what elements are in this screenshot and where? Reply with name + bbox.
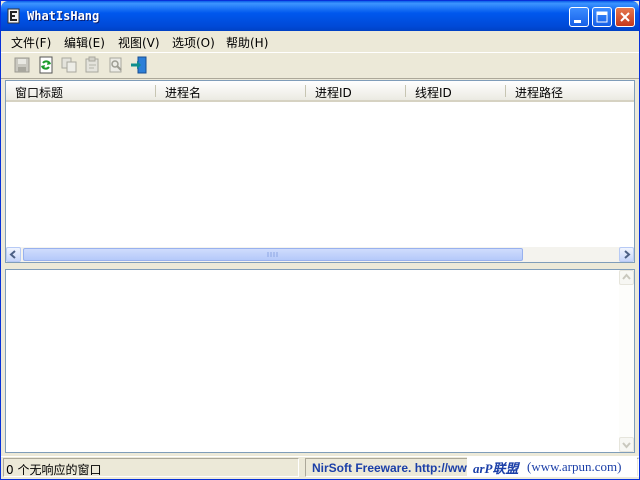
column-process-path[interactable]: 进程路径 [515, 84, 563, 101]
scroll-down-button[interactable] [619, 437, 634, 452]
menu-edit[interactable]: 编辑(E) [64, 34, 105, 51]
column-divider[interactable] [305, 85, 306, 97]
find-icon[interactable] [107, 56, 125, 74]
close-button[interactable] [615, 7, 635, 27]
title-bar[interactable]: WhatIsHang [1, 1, 639, 31]
scroll-up-button[interactable] [619, 270, 634, 285]
properties-icon[interactable] [83, 56, 101, 74]
close-icon [620, 12, 630, 22]
column-window-title[interactable]: 窗口标题 [15, 84, 63, 101]
chevron-up-icon [622, 273, 631, 280]
refresh-icon[interactable] [37, 56, 55, 74]
watermark-logo: arP联盟 [473, 461, 519, 476]
menu-bar: 文件(F) 编辑(E) 视图(V) 选项(O) 帮助(H) [1, 31, 639, 51]
vertical-scrollbar[interactable] [619, 270, 634, 452]
chevron-left-icon [9, 250, 16, 259]
copy-icon[interactable] [60, 56, 78, 74]
toolbar [1, 52, 639, 79]
save-icon[interactable] [13, 56, 31, 74]
minimize-button[interactable] [569, 7, 589, 27]
column-process-id[interactable]: 进程ID [315, 84, 352, 101]
scroll-right-button[interactable] [619, 247, 634, 262]
menu-file[interactable]: 文件(F) [11, 34, 51, 51]
horizontal-scrollbar[interactable] [6, 247, 634, 262]
column-divider[interactable] [505, 85, 506, 97]
column-thread-id[interactable]: 线程ID [415, 84, 452, 101]
horizontal-scroll-thumb[interactable] [23, 248, 523, 261]
app-icon [7, 8, 20, 24]
menu-view[interactable]: 视图(V) [118, 34, 160, 51]
chevron-down-icon [622, 442, 631, 449]
column-process-name[interactable]: 进程名 [165, 84, 201, 101]
watermark-url: (www.arpun.com) [527, 459, 622, 474]
nirsoft-credit-link[interactable]: NirSoft Freeware. http://www [312, 461, 476, 475]
list-header: 窗口标题 进程名 进程ID 线程ID 进程路径 [6, 81, 634, 102]
details-pane[interactable] [5, 269, 635, 453]
window-title: WhatIsHang [27, 9, 100, 23]
column-divider[interactable] [155, 85, 156, 97]
maximize-icon [596, 11, 608, 23]
process-list[interactable]: 窗口标题 进程名 进程ID 线程ID 进程路径 [5, 80, 635, 263]
scroll-left-button[interactable] [6, 247, 21, 262]
main-window: WhatIsHang 文件(F) 编辑(E) 视图(V) 选项(O) 帮助(H) [0, 0, 640, 480]
watermark: arP联盟 (www.arpun.com) [467, 456, 637, 477]
menu-options[interactable]: 选项(O) [172, 34, 215, 51]
exit-icon[interactable] [130, 56, 148, 74]
grip-icon [267, 252, 278, 257]
status-count-panel: 0 个无响应的窗口 [3, 458, 299, 477]
chevron-right-icon [624, 250, 631, 259]
maximize-button[interactable] [592, 7, 612, 27]
status-count-text: 0 个无响应的窗口 [6, 463, 102, 477]
minimize-icon [574, 20, 581, 23]
menu-help[interactable]: 帮助(H) [226, 34, 268, 51]
column-divider[interactable] [405, 85, 406, 97]
